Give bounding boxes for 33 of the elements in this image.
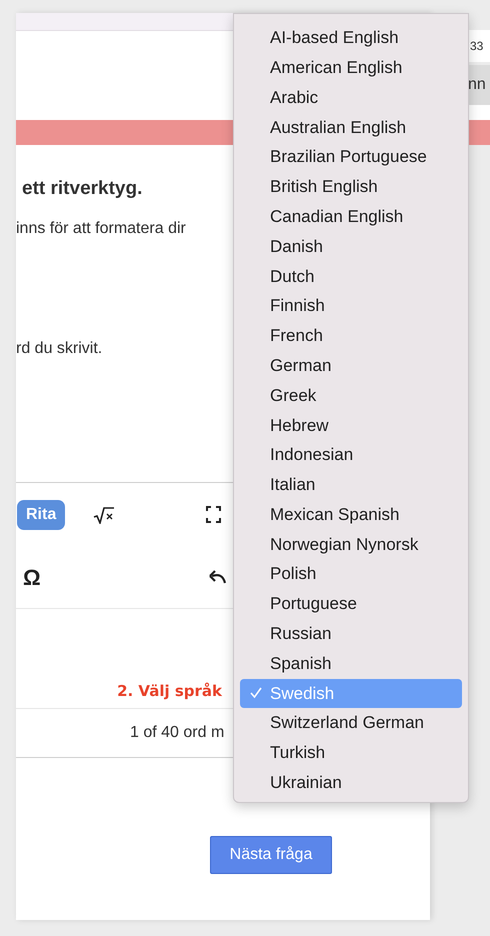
menu-item[interactable]: Dutch [240,261,462,292]
menu-item[interactable]: Danish [240,232,462,262]
menu-item[interactable]: Portuguese [240,589,462,619]
symbol-button[interactable]: Ω [23,560,41,594]
menu-item[interactable]: Russian [240,618,462,649]
word-count: 1 of 40 ord m [130,723,224,743]
menu-item[interactable]: Mexican Spanish [240,500,462,530]
question-text: rd du skrivit. [16,338,102,358]
menu-item[interactable]: Greek [240,380,462,410]
question-heading: ett ritverktyg. [22,177,142,201]
menu-item[interactable]: Norwegian Nynorsk [240,530,462,560]
menu-item[interactable]: Australian English [240,112,462,142]
menu-item[interactable]: Italian [240,470,462,500]
language-hint: 2. Välj språk [117,680,222,702]
fullscreen-icon[interactable] [206,506,222,524]
square-root-icon[interactable] [93,506,116,524]
undo-icon[interactable] [208,570,226,584]
menu-item[interactable]: Ukrainian [240,768,462,798]
question-text: inns för att formatera dir [16,218,186,238]
menu-item[interactable]: Hebrew [240,410,462,440]
menu-item[interactable]: French [240,320,462,351]
menu-item[interactable]: Canadian English [240,202,462,232]
menu-item[interactable]: Polish [240,559,462,590]
menu-item[interactable]: Brazilian Portuguese [240,142,462,172]
menu-item[interactable]: AI-based English [240,23,462,53]
menu-item[interactable]: British English [240,172,462,202]
menu-item[interactable]: Indonesian [240,440,462,470]
menu-item[interactable]: Turkish [240,738,462,768]
menu-item[interactable]: German [240,350,462,381]
menu-item[interactable]: Spanish [240,648,462,679]
checkmark-icon [250,687,262,700]
menu-item[interactable]: Finnish [240,291,462,321]
menu-item[interactable]: Switzerland German [240,708,462,738]
